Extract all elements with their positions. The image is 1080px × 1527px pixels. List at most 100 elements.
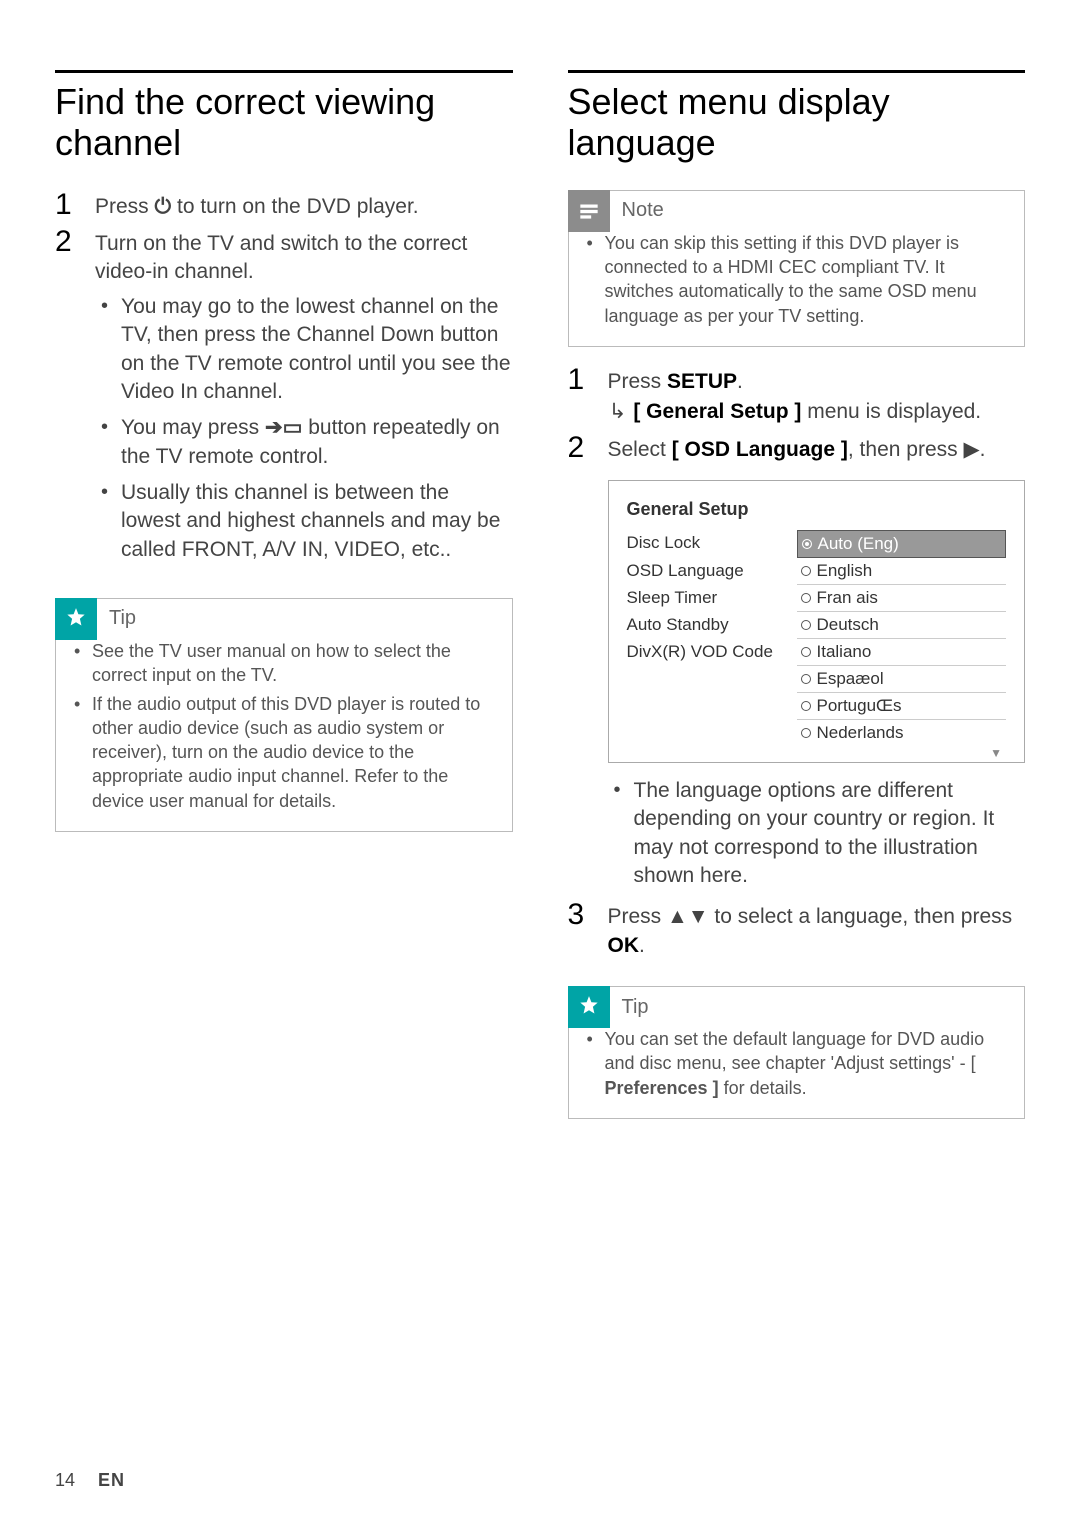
- menu-option-selected: Auto (Eng): [797, 530, 1007, 558]
- menu-option-label: English: [817, 561, 873, 581]
- left-tip-box: Tip See the TV user manual on how to sel…: [55, 598, 513, 832]
- text: You can set the default language for DVD…: [605, 1029, 985, 1073]
- result-arrow-icon: ↳: [608, 398, 628, 426]
- menu-option-label: Nederlands: [817, 723, 904, 743]
- callout-header: Tip: [568, 986, 649, 1028]
- step-number: 2: [568, 433, 608, 463]
- menu-option: Deutsch: [797, 612, 1007, 639]
- menu-left-item: Sleep Timer: [627, 585, 797, 612]
- menu-option-label: Italiano: [817, 642, 872, 662]
- page-language: EN: [98, 1470, 125, 1490]
- text: for details.: [719, 1078, 807, 1098]
- step-body: Select [ OSD Language ], then press ▶.: [608, 433, 1026, 464]
- step-body: Press SETUP. ↳ [ General Setup ] menu is…: [608, 365, 1026, 427]
- step-body: Press ⏻ to turn on the DVD player.: [95, 190, 513, 221]
- menu-left-empty: [627, 693, 797, 720]
- left-column: Find the correct viewing channel 1 Press…: [55, 70, 513, 1119]
- section-rule: [568, 70, 1026, 73]
- text: Select: [608, 438, 672, 461]
- text: Turn on the TV and switch to the correct…: [95, 232, 467, 283]
- menu-option: PortuguŒs: [797, 693, 1007, 720]
- menu-option-label: Deutsch: [817, 615, 879, 635]
- menu-option-label: Espaæol: [817, 669, 884, 689]
- right-column: Select menu display language Note You ca…: [568, 70, 1026, 1119]
- tip-icon: [568, 986, 610, 1028]
- note-item: You can skip this setting if this DVD pl…: [583, 231, 1011, 328]
- menu-option: Fran ais: [797, 585, 1007, 612]
- text: Press: [608, 905, 668, 928]
- right-step-3: 3 Press ▲▼ to select a language, then pr…: [568, 900, 1026, 960]
- text: You may press: [121, 416, 265, 439]
- menu-left-empty: [627, 666, 797, 693]
- text: .: [639, 934, 645, 957]
- tip-item: See the TV user manual on how to select …: [70, 639, 498, 688]
- ok-label: OK: [608, 934, 640, 957]
- menu-left-item: Disc Lock: [627, 530, 797, 558]
- right-step-2: 2 Select [ OSD Language ], then press ▶.: [568, 433, 1026, 464]
- preferences-label: Preferences ]: [605, 1078, 719, 1098]
- radio-filled-icon: [802, 539, 812, 549]
- menu-left-item: OSD Language: [627, 558, 797, 585]
- menu-option-label: Fran ais: [817, 588, 878, 608]
- setup-label: SETUP: [667, 370, 737, 393]
- step-number: 2: [55, 227, 95, 257]
- step-number: 1: [55, 190, 95, 220]
- menu-screenshot: General Setup Disc Lock Auto (Eng) OSD La…: [608, 480, 1026, 763]
- left-step-2: 2 Turn on the TV and switch to the corre…: [55, 227, 513, 572]
- page-number: 14: [55, 1470, 75, 1490]
- menu-option: Nederlands: [797, 720, 1007, 746]
- menu-option-label: Auto (Eng): [818, 534, 899, 554]
- bullet: You may go to the lowest channel on the …: [95, 293, 513, 406]
- radio-icon: [801, 701, 811, 711]
- osd-language-label: [ OSD Language ]: [672, 438, 848, 461]
- left-heading: Find the correct viewing channel: [55, 81, 513, 164]
- scroll-down-icon: ▼: [627, 746, 1007, 756]
- text: Press: [95, 195, 155, 218]
- step2-bullets: You may go to the lowest channel on the …: [95, 293, 513, 564]
- source-icon: ➔▭: [265, 416, 302, 439]
- tip-item: You can set the default language for DVD…: [583, 1027, 1011, 1100]
- bullet: You may press ➔▭ button repeatedly on th…: [95, 414, 513, 471]
- radio-icon: [801, 647, 811, 657]
- text: , then press: [848, 438, 964, 461]
- callout-header: Note: [568, 190, 664, 232]
- radio-icon: [801, 593, 811, 603]
- right-tip-box: Tip You can set the default language for…: [568, 986, 1026, 1119]
- radio-icon: [801, 728, 811, 738]
- up-down-triangle-icon: ▲▼: [667, 905, 709, 928]
- right-triangle-icon: ▶: [963, 438, 979, 461]
- menu-left-empty: [627, 720, 797, 746]
- text: to turn on the DVD player.: [177, 195, 419, 218]
- tip-item: If the audio output of this DVD player i…: [70, 692, 498, 813]
- page-columns: Find the correct viewing channel 1 Press…: [55, 70, 1025, 1119]
- menu-title: General Setup: [627, 499, 1007, 520]
- step-body: Press ▲▼ to select a language, then pres…: [608, 900, 1026, 960]
- tip-list: You can set the default language for DVD…: [583, 1027, 1011, 1100]
- text: menu is displayed.: [801, 400, 981, 423]
- power-icon: ⏻: [155, 195, 172, 218]
- step-number: 1: [568, 365, 608, 395]
- bullet: Usually this channel is between the lowe…: [95, 479, 513, 564]
- radio-icon: [801, 566, 811, 576]
- text: to select a language, then press: [709, 905, 1013, 928]
- menu-left-item: DivX(R) VOD Code: [627, 639, 797, 666]
- menu-option: Espaæol: [797, 666, 1007, 693]
- left-step-1: 1 Press ⏻ to turn on the DVD player.: [55, 190, 513, 221]
- menu-left-item: Auto Standby: [627, 612, 797, 639]
- note-list: You can skip this setting if this DVD pl…: [583, 231, 1011, 328]
- right-step-1: 1 Press SETUP. ↳ [ General Setup ] menu …: [568, 365, 1026, 427]
- callout-title: Tip: [622, 996, 649, 1019]
- callout-title: Tip: [109, 607, 136, 630]
- menu-name: [ General Setup ]: [633, 400, 801, 423]
- step-number: 3: [568, 900, 608, 930]
- menu-option: Italiano: [797, 639, 1007, 666]
- result-line: ↳ [ General Setup ] menu is displayed.: [608, 398, 1026, 426]
- text: .: [980, 438, 986, 461]
- radio-icon: [801, 674, 811, 684]
- lang-note-list: The language options are different depen…: [608, 777, 1026, 890]
- right-heading: Select menu display language: [568, 81, 1026, 164]
- menu-option: English: [797, 558, 1007, 585]
- radio-icon: [801, 620, 811, 630]
- note-box: Note You can skip this setting if this D…: [568, 190, 1026, 347]
- menu-option-label: PortuguŒs: [817, 696, 902, 716]
